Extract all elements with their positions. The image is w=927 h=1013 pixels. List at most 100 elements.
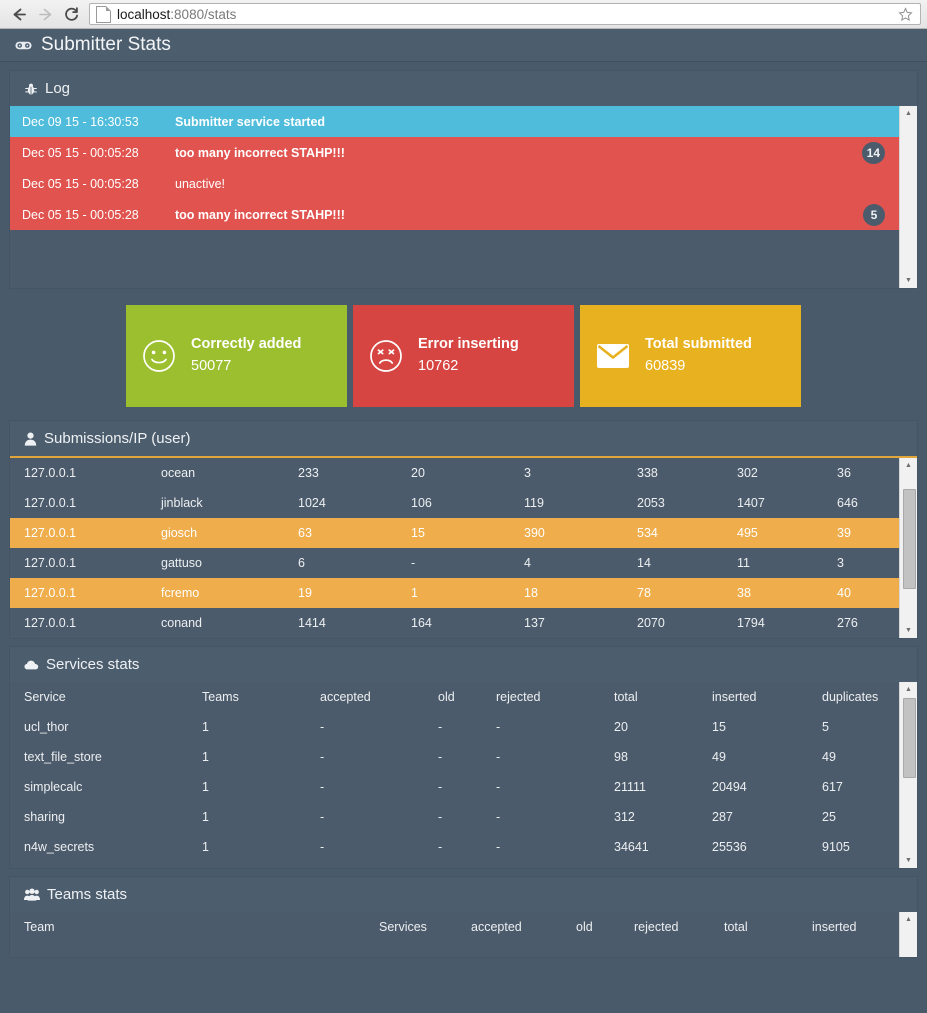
- table-cell: 127.0.0.1: [24, 556, 77, 570]
- table-row[interactable]: simplecalc 1 - - - 21111 20494 617: [10, 772, 899, 802]
- table-column-header[interactable]: total: [600, 682, 698, 712]
- log-entry[interactable]: Dec 05 15 - 00:05:28 unactive!: [10, 168, 899, 199]
- table-cell: 36: [837, 466, 851, 480]
- stat-card[interactable]: Total submitted 60839: [580, 305, 801, 407]
- table-cell: 6: [298, 556, 305, 570]
- table-column-header[interactable]: duplicates: [808, 682, 899, 712]
- table-cell: 534: [637, 526, 658, 540]
- teams-panel-header: Teams stats: [10, 877, 917, 912]
- submissions-table-scroll[interactable]: 127.0.0.1 ocean 233 20 3 338 302 36 127.0.0.1 jin…: [10, 458, 899, 638]
- stat-card[interactable]: Correctly added 50077: [126, 305, 347, 407]
- table-cell: 78: [637, 586, 651, 600]
- page-title: Submitter Stats: [41, 34, 171, 55]
- submissions-panel: Submissions/IP (user) 127.0.0.1 ocean 233 2…: [10, 421, 917, 638]
- stat-card[interactable]: Error inserting 10762: [353, 305, 574, 407]
- table-column-header[interactable]: inserted: [798, 912, 888, 942]
- table-cell: 11: [737, 556, 750, 570]
- services-panel-body: Service Teams accepted old rejected total inse…: [10, 682, 917, 868]
- scroll-up-icon[interactable]: ▲: [900, 912, 917, 927]
- table-row[interactable]: text_file_store 1 - - - 98 49 49: [10, 742, 899, 772]
- table-cell: 15: [712, 720, 726, 734]
- table-cell: 302: [737, 466, 758, 480]
- table-cell: 34641: [614, 840, 649, 854]
- log-entry[interactable]: Dec 05 15 - 00:05:28 too many incorrect S…: [10, 137, 899, 168]
- table-column-header[interactable]: rejected: [620, 912, 710, 942]
- table-row[interactable]: sharing 1 - - - 312 287 25: [10, 802, 899, 832]
- table-cell: 14: [637, 556, 651, 570]
- table-cell: -: [320, 750, 325, 764]
- teams-table-scroll[interactable]: Team Services accepted old rejected total inse…: [10, 912, 899, 957]
- table-cell: -: [438, 810, 443, 824]
- table-row[interactable]: 127.0.0.1 gattuso 6 - 4 14 11 3: [10, 548, 899, 578]
- services-scrollbar[interactable]: ▲ ▼: [899, 682, 917, 868]
- submissions-panel-header: Submissions/IP (user): [10, 421, 917, 456]
- table-cell: 9105: [822, 840, 850, 854]
- table-cell: 312: [614, 810, 635, 824]
- scrollbar-thumb[interactable]: [903, 489, 916, 589]
- table-column-header[interactable]: accepted: [457, 912, 562, 942]
- table-cell: 49: [822, 750, 836, 764]
- table-column-header[interactable]: Team: [10, 912, 365, 942]
- table-row[interactable]: ucl_thor 1 - - - 20 15 5: [10, 712, 899, 742]
- table-column-header[interactable]: Service: [10, 682, 188, 712]
- table-row[interactable]: 127.0.0.1 jinblack 1024 106 119 2053 1407 646: [10, 488, 899, 518]
- table-cell: 1: [202, 810, 209, 824]
- table-cell: -: [496, 780, 501, 794]
- scroll-down-icon[interactable]: ▼: [900, 623, 917, 638]
- scroll-up-icon[interactable]: ▲: [900, 106, 917, 121]
- forward-arrow-icon[interactable]: [32, 3, 58, 25]
- reload-icon[interactable]: [58, 3, 84, 25]
- table-column-header[interactable]: inserted: [698, 682, 808, 712]
- table-row[interactable]: 127.0.0.1 conand 1414 164 137 2070 1794 276: [10, 608, 899, 638]
- table-row[interactable]: 127.0.0.1 ocean 233 20 3 338 302 36: [10, 458, 899, 488]
- services-table-scroll[interactable]: Service Teams accepted old rejected total inse…: [10, 682, 899, 868]
- log-entry[interactable]: Dec 05 15 - 00:05:28 too many incorrect S…: [10, 199, 899, 230]
- scroll-down-icon[interactable]: ▼: [900, 273, 917, 288]
- table-cell: 38: [737, 586, 751, 600]
- table-column-header[interactable]: Services: [365, 912, 457, 942]
- table-cell: fcremo: [161, 586, 200, 600]
- user-icon: [24, 432, 37, 446]
- scroll-down-icon[interactable]: ▼: [900, 853, 917, 868]
- table-cell: 2070: [637, 616, 665, 630]
- star-icon[interactable]: [894, 3, 916, 25]
- log-entry-message: too many incorrect STAHP!!!: [175, 207, 345, 222]
- table-row[interactable]: 127.0.0.1 giosch 63 15 390 534 495 39: [10, 518, 899, 548]
- table-cell: 1: [411, 586, 418, 600]
- table-row[interactable]: n4w_secrets 1 - - - 34641 25536 9105: [10, 832, 899, 862]
- back-arrow-icon[interactable]: [6, 3, 32, 25]
- log-entry[interactable]: Dec 09 15 - 16:30:53 Submitter service st…: [10, 106, 899, 137]
- content-container: Log Dec 09 15 - 16:30:53 Submitter servic…: [0, 62, 927, 957]
- table-cell: 3: [524, 466, 531, 480]
- address-bar[interactable]: localhost:8080/stats: [89, 3, 921, 25]
- log-list[interactable]: Dec 09 15 - 16:30:53 Submitter service st…: [10, 106, 899, 288]
- scroll-up-icon[interactable]: ▲: [900, 458, 917, 473]
- submissions-scrollbar[interactable]: ▲ ▼: [899, 458, 917, 638]
- services-panel-header: Services stats: [10, 647, 917, 682]
- address-bar-host: localhost: [117, 6, 171, 22]
- table-cell: 127.0.0.1: [24, 496, 77, 510]
- table-column-header[interactable]: Teams: [188, 682, 306, 712]
- browser-toolbar: localhost:8080/stats: [0, 0, 927, 29]
- scroll-up-icon[interactable]: ▲: [900, 682, 917, 697]
- teams-scrollbar[interactable]: ▲: [899, 912, 917, 957]
- log-scrollbar[interactable]: ▲ ▼: [899, 106, 917, 288]
- scrollbar-thumb[interactable]: [903, 698, 916, 778]
- table-cell: 4: [524, 556, 531, 570]
- log-entry-timestamp: Dec 05 15 - 00:05:28: [22, 207, 139, 222]
- table-cell: 5: [822, 720, 829, 734]
- table-cell: 39: [837, 526, 851, 540]
- table-row[interactable]: 127.0.0.1 fcremo 19 1 18 78 38 40: [10, 578, 899, 608]
- table-column-header[interactable]: rejected: [482, 682, 600, 712]
- table-column-header[interactable]: total: [710, 912, 798, 942]
- table-cell: giosch: [161, 526, 198, 540]
- table-column-header[interactable]: duplicates: [888, 912, 899, 942]
- table-column-header[interactable]: accepted: [306, 682, 424, 712]
- app-header: Submitter Stats: [0, 29, 927, 62]
- address-bar-url: localhost:8080/stats: [117, 7, 236, 22]
- table-column-header[interactable]: old: [562, 912, 620, 942]
- services-table: Service Teams accepted old rejected total inse…: [10, 682, 899, 862]
- table-cell: 127.0.0.1: [24, 466, 77, 480]
- cloud-icon: [24, 659, 39, 671]
- table-column-header[interactable]: old: [424, 682, 482, 712]
